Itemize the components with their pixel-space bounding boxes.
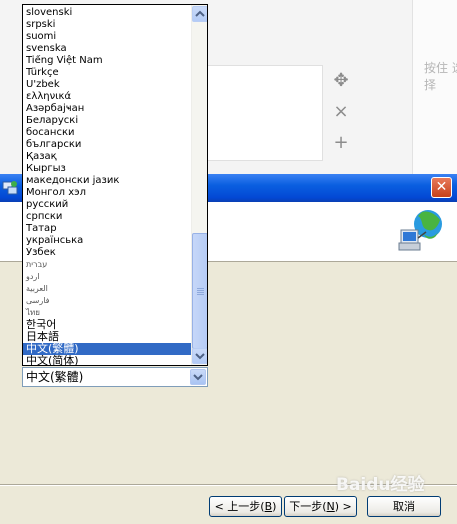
move-icon[interactable]: ✥ [331,71,351,91]
chevron-up-icon [195,10,205,17]
language-option[interactable]: slovenski [23,7,191,19]
language-option[interactable]: suomi [23,31,191,43]
language-option[interactable]: српски [23,211,191,223]
editor-box [205,65,323,161]
language-option[interactable]: босански [23,127,191,139]
language-option[interactable]: Қазақ [23,151,191,163]
chevron-down-icon [195,353,205,360]
language-option[interactable]: български [23,139,191,151]
language-option[interactable]: 한국어 [23,319,191,331]
back-button[interactable]: < 上一步(B) [209,496,282,517]
language-option[interactable]: 中文(简体) [23,355,191,365]
language-option[interactable]: ไทย [23,307,191,319]
language-option[interactable]: العربية [23,283,191,295]
language-option[interactable]: ελληνικά [23,91,191,103]
language-option[interactable]: 日本語 [23,331,191,343]
language-option[interactable]: 中文(繁體) [23,343,191,355]
scroll-up-button[interactable] [192,6,207,22]
combo-value: 中文(繁體) [26,370,84,384]
language-option[interactable]: Ўзбек [23,247,191,259]
chevron-down-icon [193,374,203,381]
cancel-button[interactable]: 取消 [367,496,441,517]
language-option[interactable]: Азәрбајҹан [23,103,191,115]
language-option[interactable]: Беларускі [23,115,191,127]
language-option[interactable]: Türkçe [23,67,191,79]
language-dropdown-list: slovenski srpski suomi svenska Tiếng Việt Na… [22,4,208,366]
hint-text: 按住 选择 [424,61,457,92]
language-option[interactable]: українська [23,235,191,247]
language-option[interactable]: srpski [23,19,191,31]
language-option[interactable]: U'zbek [23,79,191,91]
language-option[interactable]: اردو [23,271,191,283]
language-option[interactable]: עברית [23,259,191,271]
scroll-thumb[interactable] [192,233,207,349]
language-option[interactable]: Татар [23,223,191,235]
network-icon [2,181,18,195]
language-option[interactable]: македонски јазик [23,175,191,187]
language-option[interactable]: Кыргыз [23,163,191,175]
close-button[interactable]: ✕ [431,177,452,198]
language-list-items: slovenski srpski suomi svenska Tiếng Việt Na… [23,7,191,365]
add-icon[interactable]: + [331,133,351,153]
list-scrollbar[interactable] [191,5,207,365]
combo-dropdown-button[interactable] [190,369,206,385]
language-option[interactable]: svenska [23,43,191,55]
language-option[interactable]: Tiếng Việt Nam [23,55,191,67]
language-option[interactable]: Монгол хэл [23,187,191,199]
scroll-down-button[interactable] [192,348,207,364]
language-combobox[interactable]: 中文(繁體) [22,367,208,387]
next-button[interactable]: 下一步(N) > [284,496,357,517]
language-option[interactable]: فارسی [23,295,191,307]
network-globe-icon [398,210,442,251]
close-icon[interactable]: × [331,102,351,122]
language-option[interactable]: русский [23,199,191,211]
watermark: Baidu经验 [336,475,425,495]
